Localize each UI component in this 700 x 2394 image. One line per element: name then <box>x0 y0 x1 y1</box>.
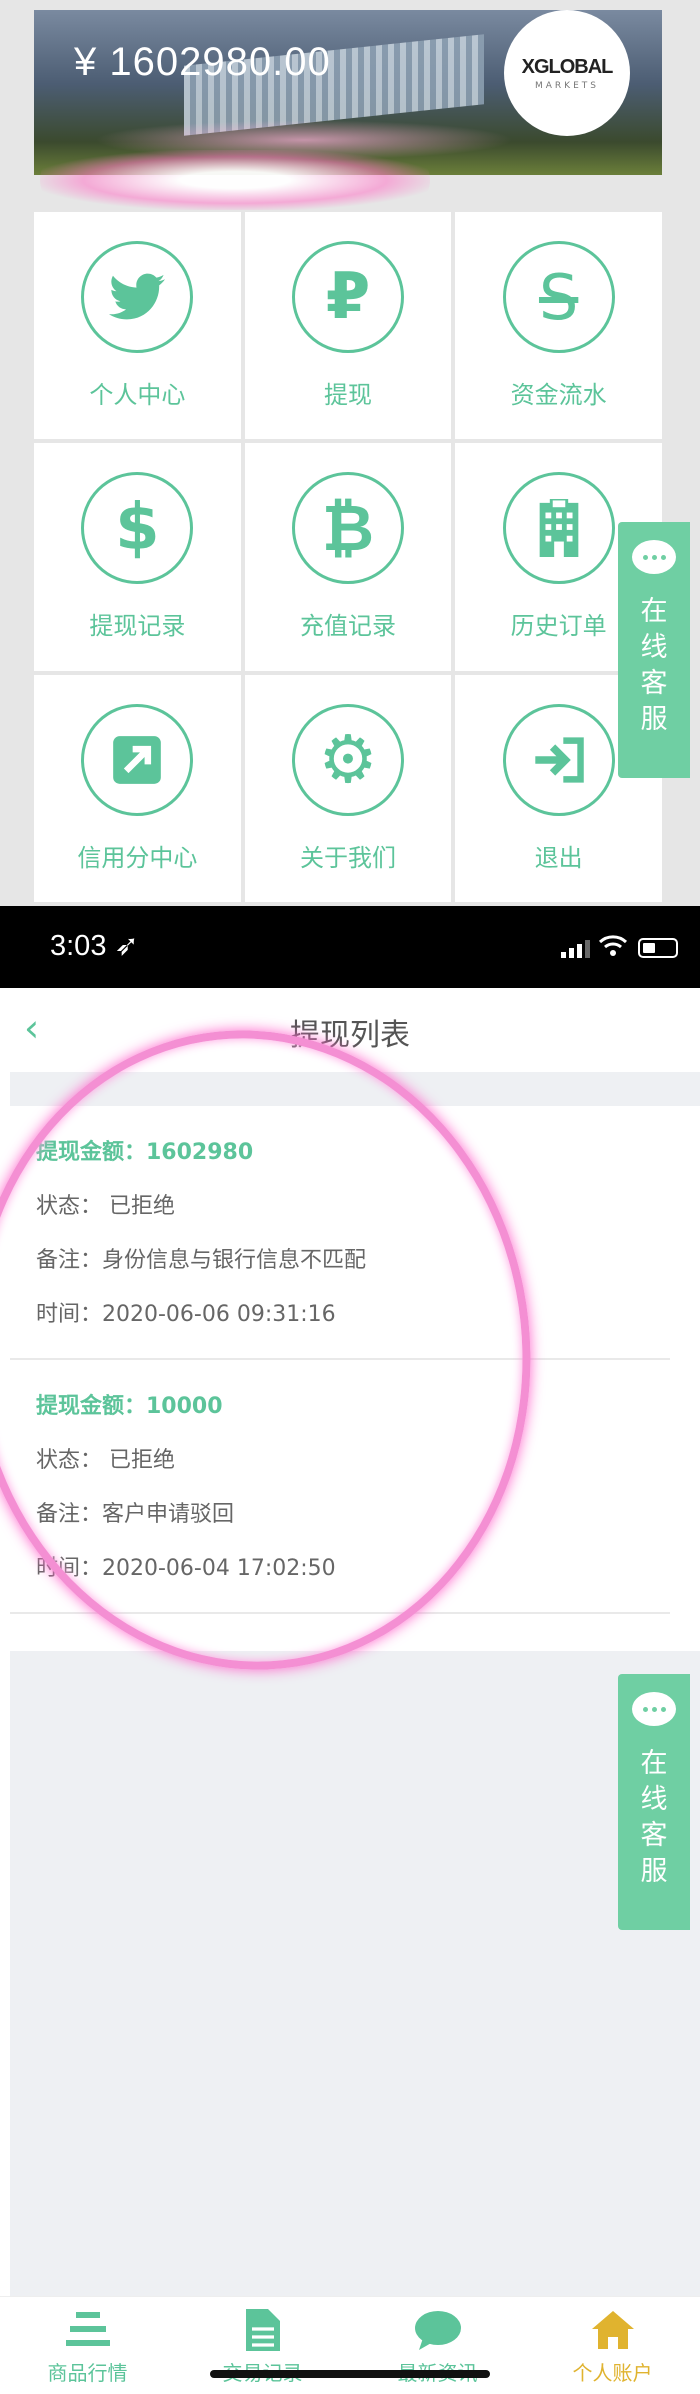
chat-bubble-icon <box>632 1692 676 1726</box>
chat-bubble-icon <box>414 2307 461 2353</box>
menu-label: 提现记录 <box>89 612 186 641</box>
dollar-icon: $ <box>81 472 194 585</box>
menu-item-withdraw[interactable]: ₽ 提现 <box>244 212 452 440</box>
online-service-button[interactable]: 在线客服 <box>618 1674 690 1930</box>
menu-label: 信用分中心 <box>77 843 198 872</box>
menu-label: 充值记录 <box>299 612 396 641</box>
online-service-label: 在线客服 <box>640 596 668 735</box>
logo-main-text: XGLOBAL <box>521 55 614 78</box>
account-balance: ¥ 1602980.00 <box>74 40 331 84</box>
battery-icon <box>638 938 678 958</box>
logo-sub-text: MARKETS <box>535 80 599 91</box>
tab-market[interactable]: 商品行情 <box>0 2297 175 2394</box>
menu-label: 退出 <box>534 843 583 872</box>
menu-label: 资金流水 <box>510 381 607 410</box>
account-page: ¥ 1602980.00 XGLOBAL MARKETS 个人中心 ₽ 提现 S… <box>0 0 700 906</box>
menu-grid: 个人中心 ₽ 提现 S 资金流水 $ 提现记录 ₿ 充值记录 历史订单 信用分中… <box>34 212 662 902</box>
signal-icon <box>561 940 590 958</box>
tab-personal-account[interactable]: 个人账户 <box>525 2297 700 2394</box>
chat-bubble-icon <box>632 540 676 574</box>
twitter-bird-icon <box>81 241 194 354</box>
home-icon <box>590 2307 636 2353</box>
online-service-label: 在线客服 <box>640 1748 668 1887</box>
sign-in-icon <box>502 703 615 816</box>
bottom-tab-bar: 商品行情 交易记录 最新资讯 个人账户 <box>0 2296 700 2394</box>
online-service-button[interactable]: 在线客服 <box>618 522 690 778</box>
status-time: 3:03 ➶ <box>50 930 139 962</box>
strikethrough-s-icon: S <box>502 241 615 354</box>
gear-icon: ⚙ <box>291 703 404 816</box>
menu-item-about-us[interactable]: ⚙ 关于我们 <box>244 674 452 902</box>
wifi-icon <box>598 935 628 956</box>
empty-area <box>10 1651 700 2296</box>
ruble-icon: ₽ <box>291 241 404 354</box>
menu-item-credit-center[interactable]: 信用分中心 <box>34 674 241 902</box>
menu-item-personal-center[interactable]: 个人中心 <box>34 212 241 440</box>
building-icon <box>502 472 615 585</box>
page-title: 提现列表 <box>290 1018 410 1053</box>
external-link-icon <box>81 703 194 816</box>
document-icon <box>240 2307 286 2353</box>
tab-label: 商品行情 <box>47 2361 128 2385</box>
list-icon <box>65 2307 111 2353</box>
highlight-stroke <box>40 150 430 210</box>
menu-item-deposit-records[interactable]: ₿ 充值记录 <box>244 443 452 671</box>
broker-logo: XGLOBAL MARKETS <box>504 10 630 136</box>
tab-trade-records[interactable]: 交易记录 <box>175 2297 350 2394</box>
tab-news[interactable]: 最新资讯 <box>350 2297 525 2394</box>
menu-label: 历史订单 <box>510 612 607 641</box>
menu-item-withdraw-records[interactable]: $ 提现记录 <box>34 443 241 671</box>
menu-item-fund-flow[interactable]: S 资金流水 <box>455 212 662 440</box>
tab-label: 个人账户 <box>572 2361 653 2385</box>
status-bar: 3:03 ➶ <box>0 906 700 988</box>
home-indicator <box>210 2370 490 2378</box>
menu-label: 关于我们 <box>299 843 396 872</box>
menu-label: 个人中心 <box>89 381 186 410</box>
menu-label: 提现 <box>323 381 372 410</box>
bitcoin-icon: ₿ <box>291 472 404 585</box>
status-time-text: 3:03 <box>50 930 107 962</box>
